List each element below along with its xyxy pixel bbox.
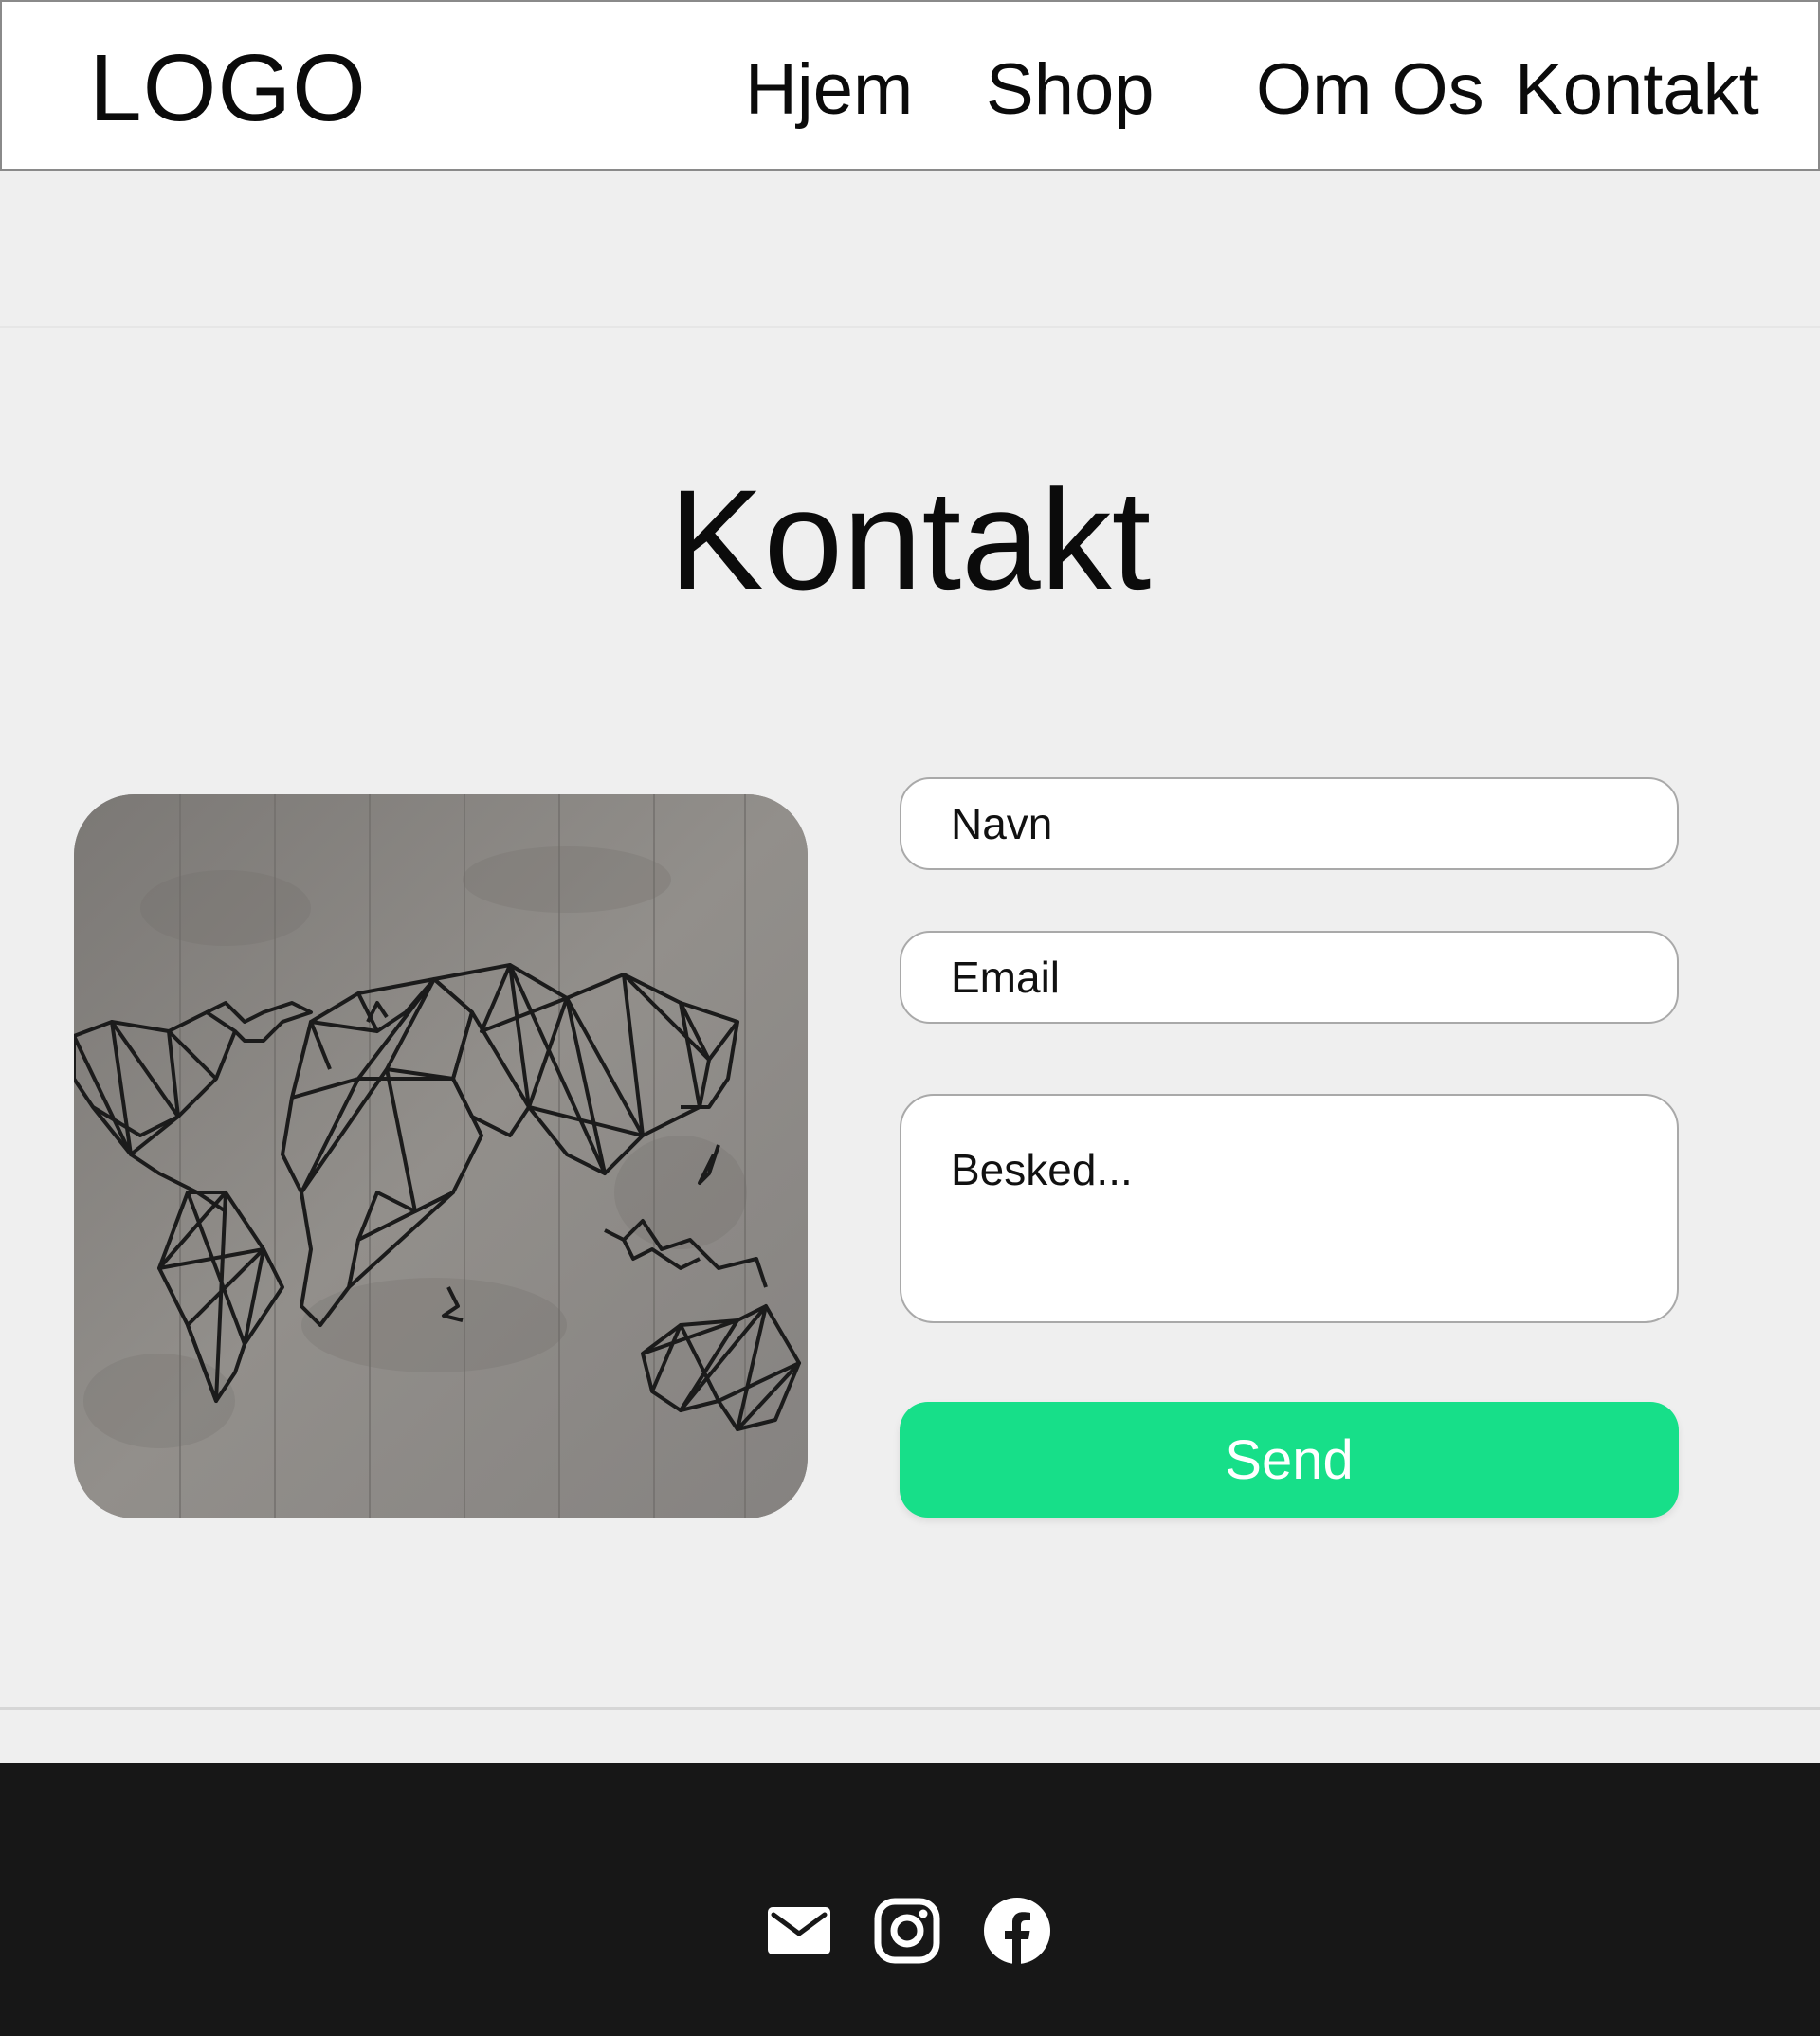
mail-icon[interactable] — [764, 1896, 834, 1966]
section-divider — [0, 326, 1820, 328]
message-textarea[interactable] — [900, 1094, 1679, 1323]
email-input[interactable] — [900, 931, 1679, 1024]
page-title: Kontakt — [668, 460, 1152, 619]
logo[interactable]: LOGO — [89, 36, 367, 140]
nav-item-kontakt[interactable]: Kontakt — [1515, 47, 1759, 133]
send-button[interactable]: Send — [900, 1402, 1679, 1518]
facebook-icon[interactable] — [982, 1896, 1052, 1966]
name-input[interactable] — [900, 777, 1679, 870]
nav-item-shop[interactable]: Shop — [986, 47, 1155, 133]
nav-item-hjem[interactable]: Hjem — [745, 47, 913, 133]
instagram-icon[interactable] — [872, 1896, 942, 1966]
nav-item-om-os[interactable]: Om Os — [1256, 47, 1484, 133]
site-header: LOGO Hjem Shop Om Os Kontakt — [0, 0, 1820, 171]
site-footer — [0, 1763, 1820, 2036]
world-map-image — [74, 794, 808, 1518]
section-divider — [0, 1707, 1820, 1710]
